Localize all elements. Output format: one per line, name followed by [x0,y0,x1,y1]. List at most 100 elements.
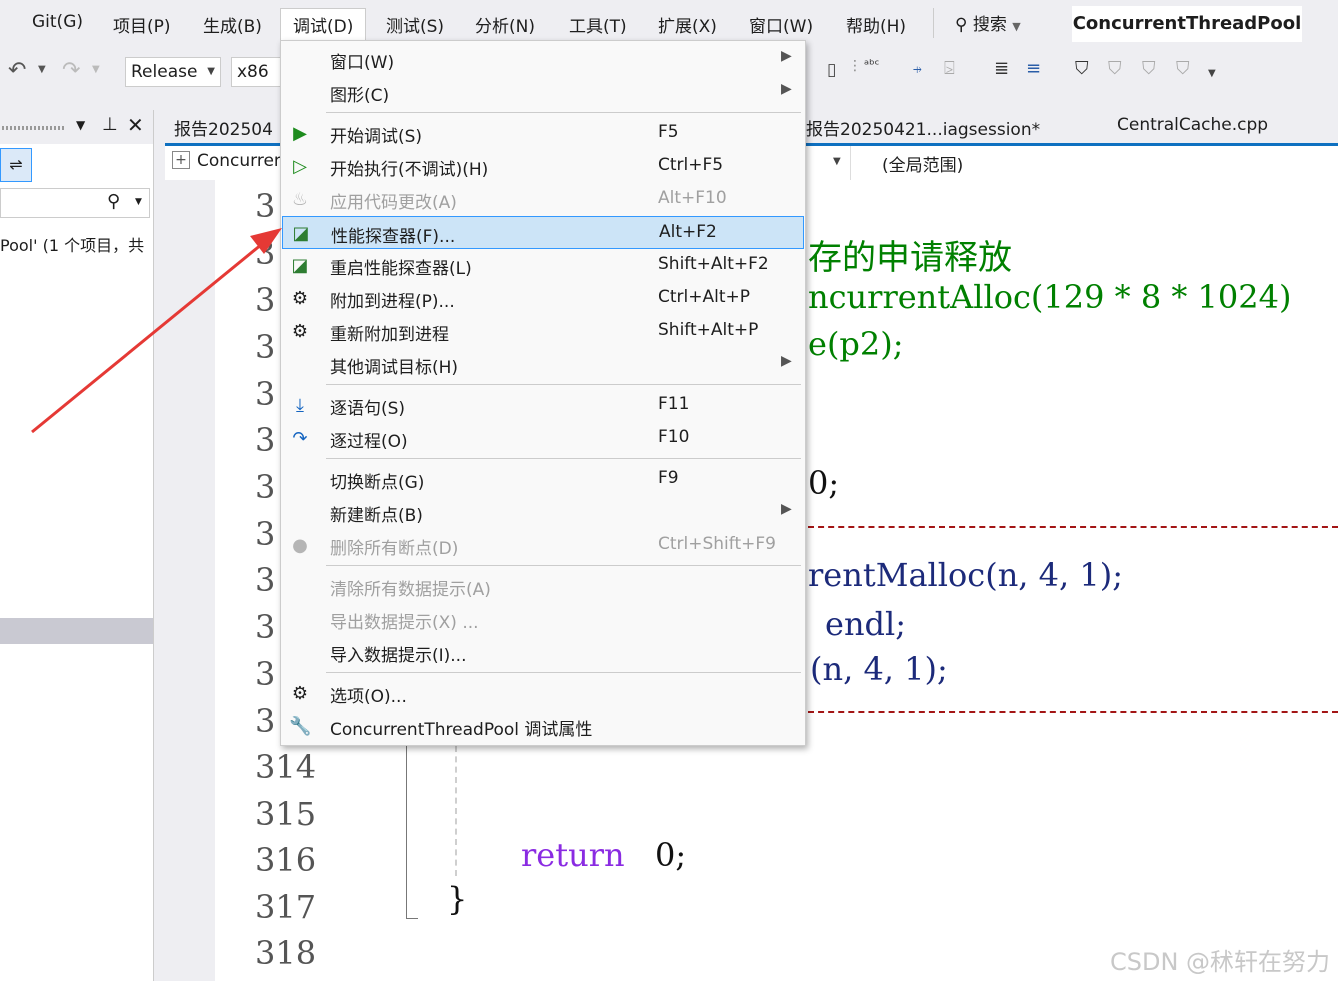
menu-item-options[interactable]: ⚙ 选项(O)... [281,677,805,710]
menu-item-attach-to-process[interactable]: ⚙ 附加到进程(P)... Ctrl+Alt+P [281,282,805,315]
line-number: 3 [255,328,276,366]
menu-test[interactable]: 测试(S) [386,12,444,37]
menu-item-export-datatips[interactable]: 导出数据提示(X) ... [281,603,805,636]
submenu-arrow-icon: ▶ [781,501,792,517]
line-number: 3 [255,281,276,319]
menu-item-delete-all-breakpoints[interactable]: ● 删除所有断点(D) Ctrl+Shift+F9 [281,529,805,562]
menu-item-other-debug-targets[interactable]: 其他调试目标(H) ▶ [281,348,805,381]
menu-extensions[interactable]: 扩展(X) [658,12,717,37]
configuration-select[interactable]: Release ▼ [125,57,221,87]
play-filled-icon: ▶ [293,123,307,144]
next-bookmark-icon[interactable]: ⛉ [1142,58,1156,79]
project-dropdown[interactable]: Concurren [197,151,285,171]
menu-item-label: 开始调试(S) [330,127,423,147]
menu-item-step-over[interactable]: ↷ 逐过程(O) F10 [281,422,805,455]
menu-item-label: 清除所有数据提示(A) [330,580,491,600]
menu-separator [326,672,801,673]
chevron-down-icon: ▼ [207,66,215,77]
menu-item-label: 重新附加到进程 [330,325,449,345]
line-number: 3 [255,702,276,740]
menu-item-label: 切换断点(G) [330,473,425,493]
flame-icon: ♨ [291,189,309,210]
uncomment-icon[interactable]: ⍄ [944,58,955,79]
menu-item-reattach-to-process[interactable]: ⚙ 重新附加到进程 Shift+Alt+P [281,315,805,348]
submenu-arrow-icon: ▶ [781,353,792,369]
undo-icon[interactable]: ↶ [8,58,26,83]
menu-item-import-datatips[interactable]: 导入数据提示(I)... [281,636,805,669]
configuration-value: Release [131,62,198,82]
platform-value: x86 [237,62,269,82]
line-number: 3 [255,421,276,459]
project-icon: + [172,151,190,169]
code-separator-comment [808,711,1338,713]
panel-grip[interactable] [2,126,64,130]
menu-help[interactable]: 帮助(H) [846,12,906,37]
menu-item-relaunch-profiler[interactable]: ◪ 重启性能探查器(L) Shift+Alt+F2 [281,249,805,282]
menu-item-shortcut: F10 [658,427,690,447]
menu-project[interactable]: 项目(P) [113,12,171,37]
close-icon[interactable]: ✕ [127,113,144,137]
menu-item-apply-code-changes[interactable]: ♨ 应用代码更改(A) Alt+F10 [281,183,805,216]
line-number: 3 [255,515,276,553]
watermark: CSDN @秫轩在努力 [1110,948,1331,976]
pin-icon[interactable]: ⊥ [102,114,118,135]
menu-item-new-breakpoint[interactable]: 新建断点(B) ▶ [281,496,805,529]
menu-git[interactable]: Git(G) [32,12,83,32]
selected-tree-row[interactable] [0,618,153,644]
prev-bookmark-icon[interactable]: ⛉ [1108,58,1122,79]
bookmark-icon[interactable]: ⛉ [1075,58,1089,79]
menu-analyze[interactable]: 分析(N) [475,12,535,37]
search-label: 搜索 [972,15,1007,35]
search-box[interactable]: ⚲ 搜索 ▼ [955,10,1021,35]
clear-bookmarks-icon[interactable]: ⛉ [1176,58,1190,79]
gear-icon: ⚙ [291,683,309,704]
menu-item-clear-datatips[interactable]: 清除所有数据提示(A) [281,570,805,603]
menu-item-shortcut: Shift+Alt+P [658,320,759,340]
tab-report2[interactable]: 报告20250421...iagsession* [806,115,1040,140]
solution-tree-root[interactable]: Pool' (1 个项目，共 [0,232,144,256]
tab-centralcache[interactable]: CentralCache.cpp [1117,115,1268,135]
indent-icon[interactable]: ≡ [1026,58,1041,79]
menu-item-performance-profiler[interactable]: ◪ 性能探查器(F)... Alt+F2 [282,216,804,249]
search-icon: ⚲ [955,15,968,35]
delete-breakpoints-icon: ● [292,535,308,556]
redo-dropdown-icon[interactable]: ▼ [92,64,100,75]
grip-icon: ⋮ [848,58,862,74]
menu-item-toggle-breakpoint[interactable]: 切换断点(G) F9 [281,463,805,496]
menu-item-start-without-debugging[interactable]: ▷ 开始执行(不调试)(H) Ctrl+F5 [281,150,805,183]
menu-build[interactable]: 生成(B) [203,12,262,37]
chevron-down-icon[interactable]: ▼ [76,118,85,132]
menu-item-shortcut: Ctrl+Shift+F9 [658,534,776,554]
menu-item-debug-properties[interactable]: 🔧 ConcurrentThreadPool 调试属性 [281,710,805,743]
menu-item-step-into[interactable]: ⤓ 逐语句(S) F11 [281,389,805,422]
redo-icon[interactable]: ↷ [62,58,80,83]
menu-window[interactable]: 窗口(W) [749,12,813,37]
chevron-down-icon[interactable]: ▼ [833,156,841,167]
comment-icon[interactable]: ⍆ [912,58,923,79]
search-icon: ⚲ [107,191,121,212]
menu-item-label: ConcurrentThreadPool 调试属性 [330,720,593,740]
menu-item-label: 性能探查器(F)... [331,227,456,247]
menu-separator [326,565,801,566]
menu-item-label: 导入数据提示(I)... [330,646,467,666]
menu-item-graphics[interactable]: 图形(C) ▶ [281,76,805,109]
menu-item-label: 窗口(W) [330,53,395,73]
menu-item-label: 开始执行(不调试)(H) [330,160,489,180]
code-comment: 存的申请释放 [808,238,1012,278]
spellcheck-icon[interactable]: ᵃᵇᶜ [864,58,879,73]
menu-item-windows[interactable]: 窗口(W) ▶ [281,43,805,76]
solution-search-input[interactable]: ⚲ ▼ [0,188,150,218]
code-malloc-call: rentMalloc(n, 4, 1); [808,556,1123,594]
toolbar-overflow-icon[interactable]: ▼ [1208,68,1216,79]
toolbar-partial-icon[interactable]: ▯ [827,60,836,80]
scope-dropdown[interactable]: (全局范围) [882,151,963,176]
submenu-arrow-icon: ▶ [781,81,792,97]
menu-item-start-debugging[interactable]: ▶ 开始调试(S) F5 [281,117,805,150]
menu-tools[interactable]: 工具(T) [569,12,627,37]
outdent-icon[interactable]: ≣ [994,58,1009,79]
code-separator-comment [808,526,1338,528]
tab-report1[interactable]: 报告202504 [174,115,273,140]
sync-view-button[interactable]: ⇌ [0,148,32,182]
scope-guide [406,746,407,918]
undo-dropdown-icon[interactable]: ▼ [38,64,46,75]
